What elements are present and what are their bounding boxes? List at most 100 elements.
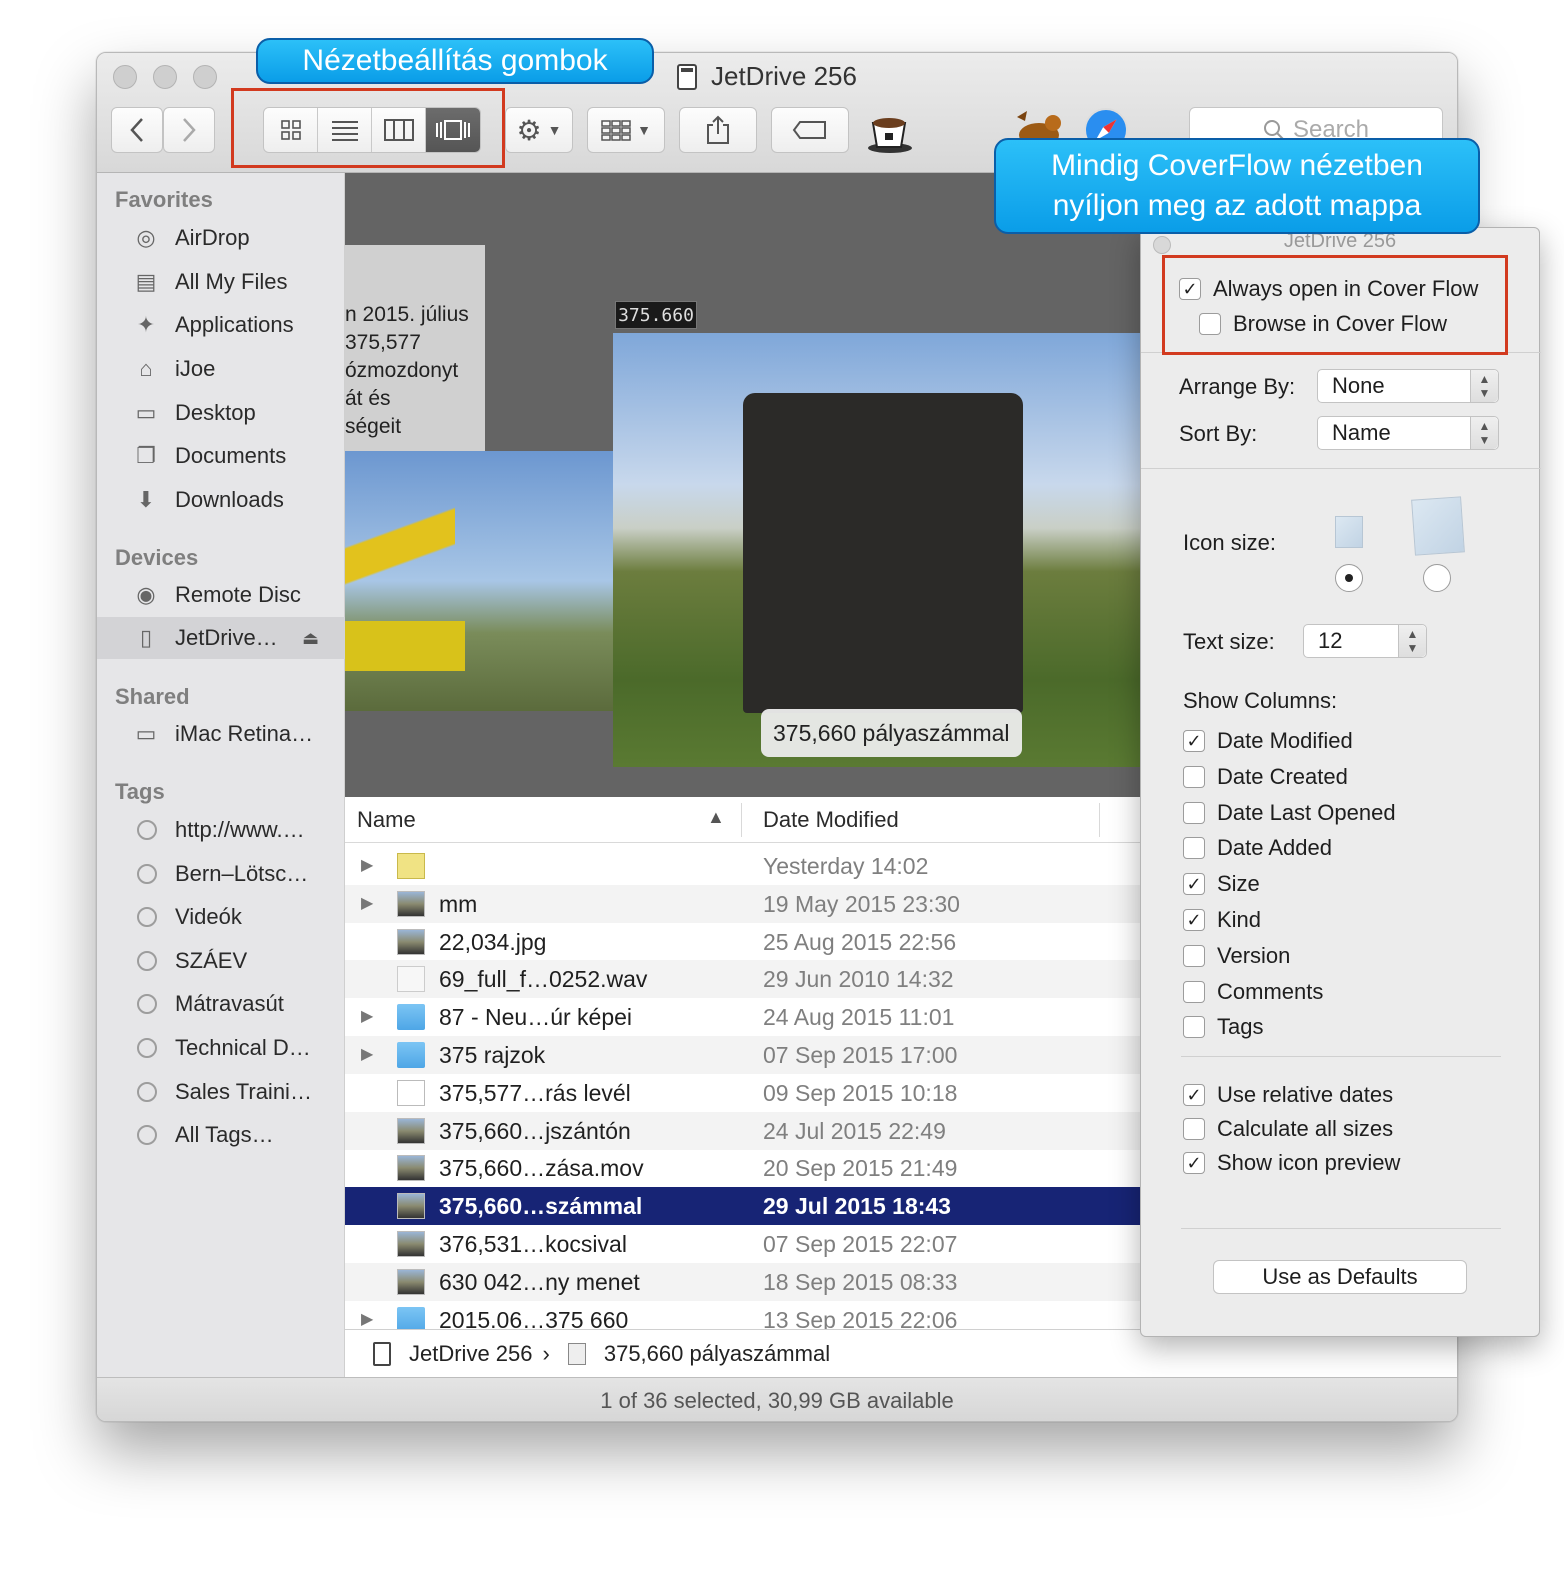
file-name: 630 042…ny menet (439, 1268, 640, 1295)
disclosure-triangle-icon[interactable]: ▶ (361, 893, 373, 913)
checkbox-label: Calculate all sizes (1217, 1116, 1394, 1141)
sidebar-tag-item[interactable]: All Tags… (97, 1114, 345, 1156)
minimize-window-button[interactable] (153, 65, 177, 89)
arrange-by-select[interactable]: None ▲ ▼ (1317, 369, 1499, 403)
file-date-modified: 07 Sep 2015 17:00 (763, 1042, 958, 1068)
icon-size-small-radio[interactable] (1335, 564, 1363, 592)
sidebar-section-favorites: Favorites (115, 187, 213, 212)
view-option-checkbox[interactable]: Calculate all sizes (1183, 1116, 1393, 1142)
sort-by-select[interactable]: Name ▲ ▼ (1317, 416, 1499, 450)
coffee-app-icon[interactable] (865, 105, 915, 155)
disclosure-triangle-icon[interactable]: ▶ (361, 1044, 373, 1064)
show-column-checkbox[interactable]: Date Created (1183, 764, 1348, 790)
file-name: 87 - Neu…úr képei (439, 1004, 633, 1031)
applications-icon: ✦ (136, 312, 156, 337)
show-column-checkbox[interactable]: Date Added (1183, 835, 1332, 861)
updown-arrows-icon: ▲ ▼ (1470, 417, 1498, 449)
sidebar-item-documents[interactable]: ❐ Documents (97, 435, 345, 477)
file-name: 69_full_f…0252.wav (439, 966, 648, 993)
sidebar-tag-item[interactable]: Technical D… (97, 1027, 345, 1069)
callout-view-buttons: Nézetbeállítás gombok (256, 38, 654, 84)
disclosure-triangle-icon[interactable]: ▶ (361, 1006, 373, 1026)
sidebar-tag-item[interactable]: Videók (97, 896, 345, 938)
show-column-checkbox[interactable]: ✓ Size (1183, 871, 1260, 897)
arrange-menu-button[interactable]: ▼ (587, 107, 665, 153)
back-button[interactable] (111, 107, 163, 153)
checkbox-box (1183, 801, 1205, 824)
sidebar-tag-item[interactable]: http://www.… (97, 809, 345, 851)
view-option-checkbox[interactable]: ✓ Show icon preview (1183, 1150, 1400, 1176)
view-option-checkbox[interactable]: ✓ Use relative dates (1183, 1082, 1393, 1108)
sidebar-section-devices: Devices (115, 545, 199, 570)
documents-icon: ❐ (136, 443, 156, 468)
img-file-icon (397, 928, 425, 955)
sidebar-item-home[interactable]: ⌂ iJoe (97, 348, 345, 390)
sidebar-item-airdrop[interactable]: ◎ AirDrop (97, 217, 345, 259)
sidebar-item-downloads[interactable]: ⬇ Downloads (97, 479, 345, 521)
share-button[interactable] (679, 107, 757, 153)
separator (1141, 468, 1541, 469)
show-column-checkbox[interactable]: Version (1183, 943, 1290, 969)
file-name: 375,660…zása.mov (439, 1155, 644, 1182)
sidebar-tag-item[interactable]: SZÁEV (97, 940, 345, 982)
drive-icon: ▯ (139, 625, 153, 650)
checkbox-box (1183, 944, 1205, 967)
text-size-select[interactable]: 12 ▲ ▼ (1303, 624, 1427, 658)
file-date-modified: 24 Jul 2015 22:49 (763, 1117, 946, 1144)
text-size-value: 12 (1318, 628, 1343, 653)
disclosure-triangle-icon[interactable]: ▶ (361, 855, 373, 875)
icon-size-large-radio[interactable] (1423, 564, 1451, 592)
sidebar-section-tags: Tags (115, 779, 165, 804)
sidebar-item-label: All My Files (175, 269, 288, 294)
doc-preview-line: át és (345, 387, 391, 410)
action-menu-button[interactable]: ⚙ ▼ (505, 107, 573, 153)
zoom-window-button[interactable] (193, 65, 217, 89)
eject-icon[interactable]: ⏏ (302, 628, 319, 649)
tag-dot-icon (137, 820, 157, 840)
cover-flow-crane-photo[interactable] (345, 451, 613, 711)
folder-file-icon (397, 1004, 425, 1031)
sidebar-item-all-my-files[interactable]: ▤ All My Files (97, 261, 345, 303)
file-name: 375,660…számmal (439, 1193, 643, 1220)
doc-file-icon (397, 1079, 425, 1106)
sidebar-tag-item[interactable]: Bern–Lötsc… (97, 853, 345, 895)
cover-flow-locomotive-photo[interactable] (613, 333, 1143, 767)
path-root[interactable]: JetDrive 256 (409, 1341, 533, 1367)
column-divider[interactable] (741, 803, 742, 837)
sidebar-item-imac[interactable]: ▭ iMac Retina… (97, 713, 345, 755)
sidebar-item-label: Desktop (175, 400, 256, 425)
sidebar-item-applications[interactable]: ✦ Applications (97, 304, 345, 346)
sidebar-item-remote-disc[interactable]: ◉ Remote Disc (97, 574, 345, 616)
sidebar-item-jetdrive[interactable]: ▯ JetDrive… ⏏ (97, 617, 345, 659)
show-column-checkbox[interactable]: ✓ Kind (1183, 907, 1261, 933)
disclosure-triangle-icon[interactable]: ▶ (361, 1309, 373, 1329)
coffee-cup-icon (868, 118, 912, 153)
checkbox-label: Comments (1217, 978, 1324, 1004)
window-title: JetDrive 256 (677, 61, 857, 92)
close-window-button[interactable] (113, 65, 137, 89)
show-column-checkbox[interactable]: ✓ Date Modified (1183, 728, 1353, 754)
column-header-name[interactable]: Name (357, 807, 416, 833)
show-column-checkbox[interactable]: Tags (1183, 1014, 1263, 1040)
checkbox-box: ✓ (1183, 873, 1205, 896)
show-column-checkbox[interactable]: Comments (1183, 979, 1323, 1005)
sidebar-item-label: iMac Retina… (175, 721, 314, 746)
gear-icon: ⚙ (516, 114, 542, 146)
path-file[interactable]: 375,660 pályaszámmal (604, 1341, 830, 1367)
sidebar-item-label: Mátravasút (175, 991, 284, 1016)
file-name: 376,531…kocsival (439, 1231, 627, 1257)
sidebar-item-desktop[interactable]: ▭ Desktop (97, 392, 345, 434)
show-column-checkbox[interactable]: Date Last Opened (1183, 800, 1396, 826)
file-date-modified: 19 May 2015 23:30 (763, 890, 960, 917)
sidebar-item-label: iJoe (175, 356, 216, 381)
sidebar-tag-item[interactable]: Sales Traini… (97, 1071, 345, 1113)
tag-button[interactable] (771, 107, 849, 153)
sidebar-tag-item[interactable]: Mátravasút (97, 983, 345, 1025)
file-date-modified: 09 Sep 2015 10:18 (763, 1079, 958, 1106)
use-as-defaults-button[interactable]: Use as Defaults (1213, 1260, 1467, 1294)
cover-flow-document-preview[interactable]: n 2015. július 375,577 ózmozdonyt át és … (345, 245, 485, 451)
text-size-label: Text size: (1183, 629, 1275, 654)
column-divider[interactable] (1099, 803, 1100, 837)
forward-button[interactable] (163, 107, 215, 153)
column-header-date-modified[interactable]: Date Modified (763, 807, 899, 833)
